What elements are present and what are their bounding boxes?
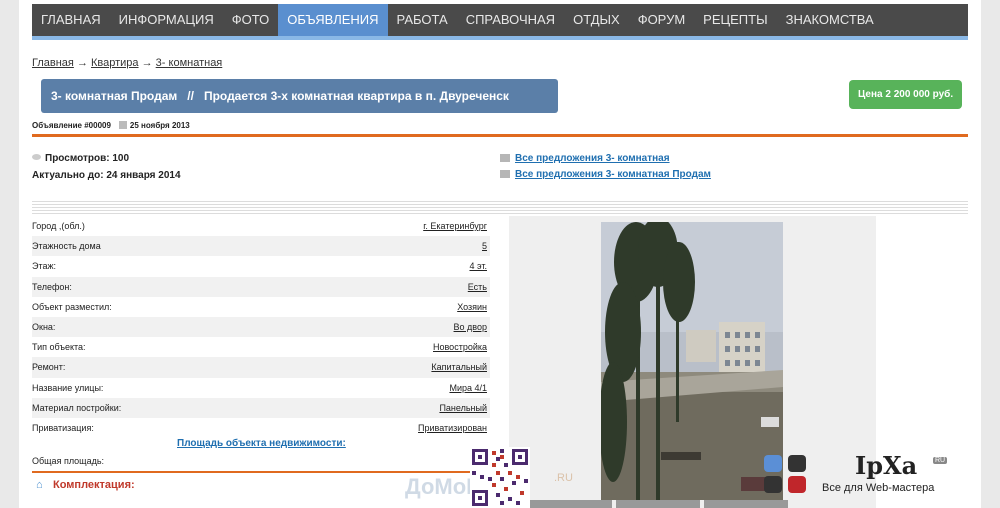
- param-value[interactable]: г. Екатеринбург: [423, 216, 487, 236]
- breadcrumb: Главная → Квартира → 3- комнатная: [32, 57, 222, 69]
- equipment-row: [32, 500, 490, 508]
- param-label: Приватизация:: [32, 422, 94, 433]
- param-value[interactable]: Новостройка: [433, 337, 487, 357]
- nav-item-6[interactable]: СПРАВОЧНАЯ: [457, 4, 564, 36]
- equipment-heading: ⌂ Комплектация:: [36, 479, 135, 491]
- views-count: Просмотров: 100: [32, 153, 129, 164]
- nav-item-4[interactable]: ОБЪЯВЛЕНИЯ: [278, 4, 388, 36]
- title-separator: //: [187, 89, 194, 103]
- nav-item-10[interactable]: ЗНАКОМСТВА: [777, 4, 883, 36]
- page: ГЛАВНАЯ ИНФОРМАЦИЯ ФОТО ОБЪЯВЛЕНИЯ РАБОТА СПР…: [19, 0, 981, 508]
- param-value[interactable]: Хозяин: [457, 297, 487, 317]
- param-label: Название улицы:: [32, 382, 104, 393]
- breadcrumb-sep: →: [141, 57, 153, 69]
- views-text: Просмотров: 100: [45, 153, 130, 164]
- param-value[interactable]: 5: [482, 236, 487, 256]
- params-table: Город ,(обл.) г. Екатеринбург Этажность до…: [32, 216, 490, 438]
- thumbnail[interactable]: [528, 500, 612, 508]
- param-label: Этажность дома: [32, 241, 101, 252]
- param-value[interactable]: Есть: [468, 277, 487, 297]
- nav-item-3[interactable]: ФОТО: [223, 4, 278, 36]
- nav-item-1[interactable]: ГЛАВНАЯ: [32, 4, 110, 36]
- calendar-icon: [118, 121, 127, 129]
- main-nav: ГЛАВНАЯ ИНФОРМАЦИЯ ФОТО ОБЪЯВЛЕНИЯ РАБОТА СПР…: [32, 4, 968, 40]
- param-label: Ремонт:: [32, 362, 66, 373]
- thumbnail[interactable]: [704, 500, 788, 508]
- logo-subtitle: Все для Web-мастера: [822, 482, 935, 494]
- grid-icon: [500, 154, 510, 162]
- param-label: Этаж:: [32, 261, 57, 272]
- param-row: Город ,(обл.) г. Екатеринбург: [32, 216, 490, 236]
- param-row: Объект разместил: Хозяин: [32, 297, 490, 317]
- price-badge: Цена 2 200 000 руб.: [849, 80, 963, 109]
- total-area-label: Общая площадь:: [32, 456, 105, 466]
- area-link[interactable]: Площадь объекта недвижимости:: [177, 438, 346, 449]
- param-label: Телефон:: [32, 281, 72, 292]
- listing-title: 3- комнатная Продам // Продается 3-х комна…: [41, 79, 558, 113]
- param-label: Город ,(обл.): [32, 221, 85, 231]
- param-label: Объект разместил:: [32, 301, 112, 312]
- nav-item-7[interactable]: ОТДЫХ: [564, 4, 629, 36]
- listing-meta: Объявление #00009 25 ноября 2013: [32, 121, 190, 130]
- cubes-logo-icon: [764, 455, 806, 493]
- param-value[interactable]: Мира 4/1: [449, 378, 487, 398]
- param-label: Окна:: [32, 321, 56, 332]
- param-row: Название улицы: Мира 4/1: [32, 378, 490, 398]
- param-value[interactable]: 4 эт.: [469, 256, 487, 276]
- thumbnail[interactable]: [616, 500, 700, 508]
- all-offers-link[interactable]: Все предложения 3- комнатная: [500, 153, 670, 164]
- grid-icon: [500, 170, 510, 178]
- breadcrumb-current[interactable]: 3- комнатная: [156, 57, 223, 69]
- param-row: Тип объекта: Новостройка: [32, 337, 490, 357]
- nav-item-2[interactable]: ИНФОРМАЦИЯ: [110, 4, 223, 36]
- breadcrumb-sep: →: [76, 57, 88, 69]
- divider: [32, 471, 490, 473]
- param-row: Приватизация: Приватизирован: [32, 418, 490, 438]
- breadcrumb-section[interactable]: Квартира: [91, 57, 139, 69]
- listing-photo[interactable]: [601, 222, 783, 500]
- nav-item-8[interactable]: ФОРУМ: [629, 4, 694, 36]
- listing-number: Объявление #00009: [32, 121, 111, 130]
- eye-icon: [32, 154, 41, 160]
- actual-until: Актуально до: 24 января 2014: [32, 170, 181, 181]
- all-offers-sell-text: Все предложения 3- комнатная Продам: [515, 169, 711, 180]
- ipxa-logo: IpXa: [855, 451, 918, 480]
- nav-item-9[interactable]: РЕЦЕПТЫ: [694, 4, 776, 36]
- photo-thumbnails: [528, 500, 788, 508]
- param-value[interactable]: Капитальный: [431, 357, 487, 377]
- listing-date: 25 ноября 2013: [129, 121, 190, 130]
- photo-area: [509, 216, 876, 508]
- param-row: Телефон: Есть: [32, 276, 490, 297]
- param-value[interactable]: Приватизирован: [418, 418, 487, 438]
- breadcrumb-home[interactable]: Главная: [32, 57, 74, 69]
- divider: [32, 134, 968, 137]
- param-label: Тип объекта:: [32, 342, 86, 353]
- all-offers-text: Все предложения 3- комнатная: [515, 153, 670, 164]
- param-row: Этажность дома 5: [32, 236, 490, 257]
- home-icon: ⌂: [36, 479, 43, 491]
- param-value[interactable]: Во двор: [454, 317, 487, 337]
- listing-headline: Продается 3-х комнатная квартира в п. Дв…: [203, 89, 509, 103]
- logo-ru-badge: RU: [933, 457, 948, 464]
- hatch-divider: [32, 200, 968, 214]
- param-row: Окна: Во двор: [32, 316, 490, 338]
- param-value[interactable]: Панельный: [439, 398, 487, 418]
- param-label: Материал постройки:: [32, 402, 122, 413]
- all-offers-sell-link[interactable]: Все предложения 3- комнатная Продам: [500, 169, 711, 180]
- photo-image: [601, 222, 783, 500]
- param-row: Материал постройки: Панельный: [32, 397, 490, 418]
- equipment-title: Комплектация:: [53, 479, 135, 491]
- nav-item-5[interactable]: РАБОТА: [388, 4, 457, 36]
- qr-code-icon: [470, 447, 530, 508]
- param-row: Этаж: 4 эт.: [32, 256, 490, 276]
- param-row: Ремонт: Капитальный: [32, 357, 490, 378]
- watermark-ru: .RU: [554, 472, 573, 484]
- listing-category: 3- комнатная Продам: [51, 89, 178, 103]
